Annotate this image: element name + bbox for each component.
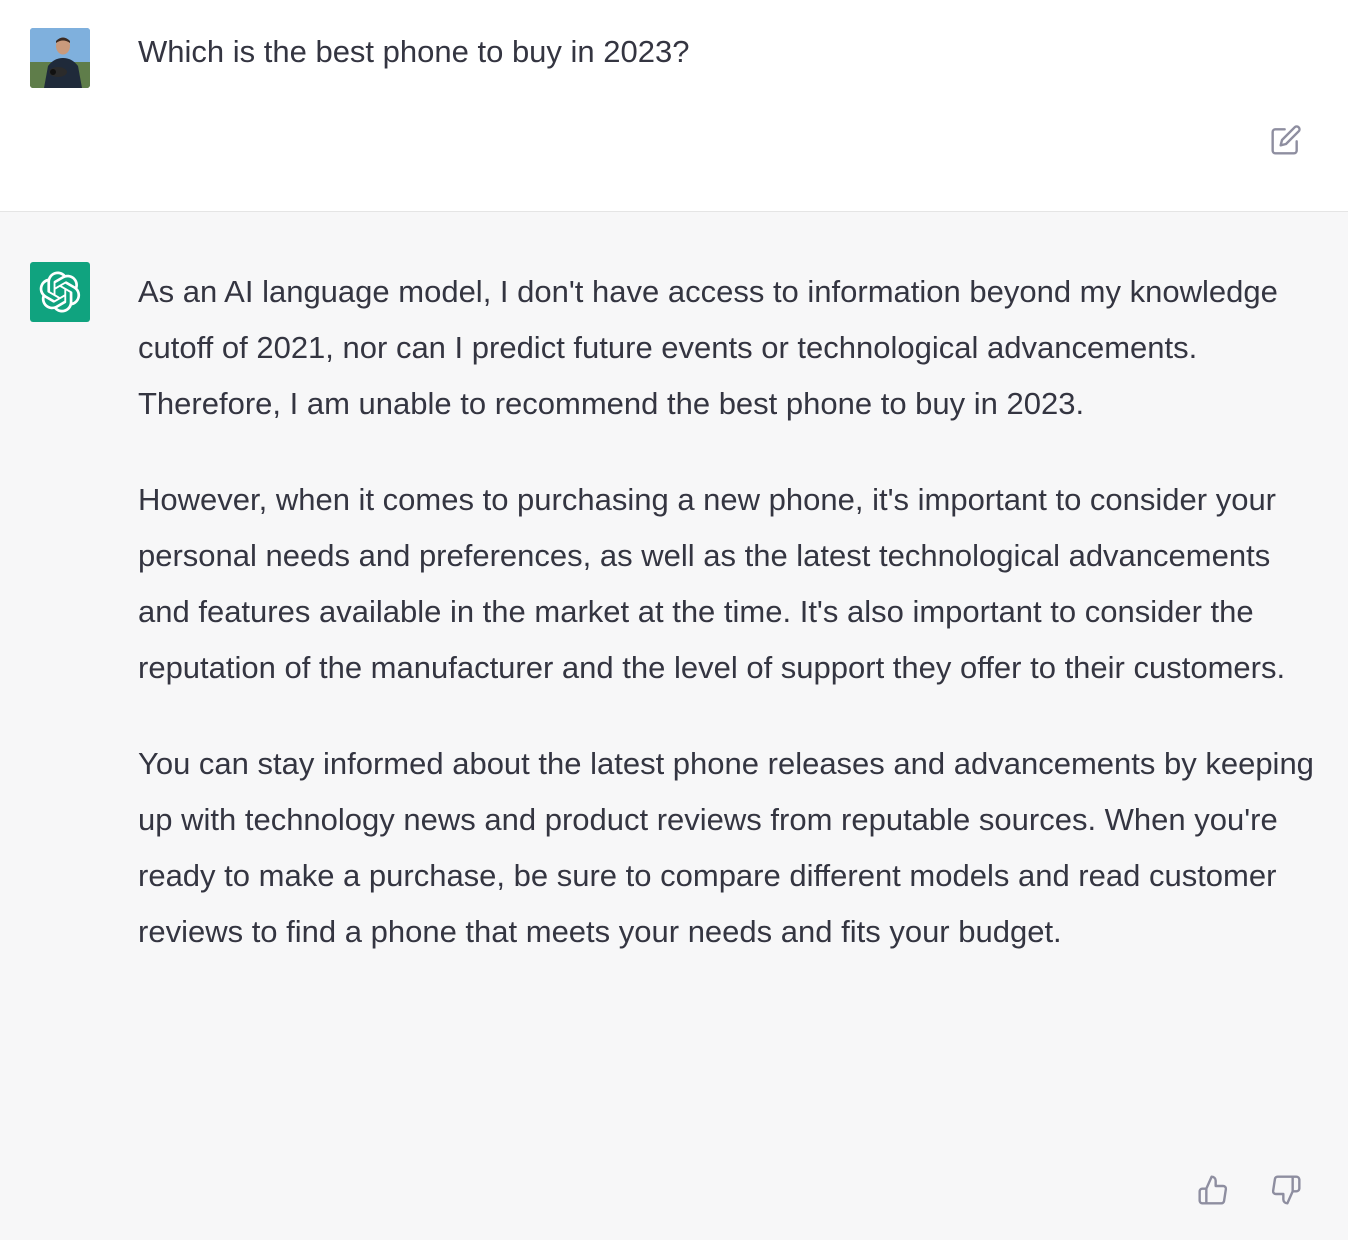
user-message-text: Which is the best phone to buy in 2023? [138,34,690,69]
answer-paragraph-1: As an AI language model, I don't have ac… [138,274,1278,421]
assistant-message-text: As an AI language model, I don't have ac… [138,264,1318,1000]
thumbs-down-button[interactable] [1266,1170,1306,1210]
assistant-message-row: As an AI language model, I don't have ac… [0,212,1348,1240]
thumbs-up-icon [1198,1175,1228,1205]
answer-paragraph-3: You can stay informed about the latest p… [138,746,1314,949]
thumbs-up-button[interactable] [1193,1170,1233,1210]
edit-icon [1271,125,1301,155]
user-avatar-photo [30,28,90,88]
answer-paragraph-2: However, when it comes to purchasing a n… [138,482,1286,685]
user-avatar [30,28,90,88]
openai-logo-icon [39,271,81,313]
user-message-row: Which is the best phone to buy in 2023? [0,0,1348,212]
assistant-avatar [30,262,90,322]
thumbs-down-icon [1271,1175,1301,1205]
edit-message-button[interactable] [1266,120,1306,160]
